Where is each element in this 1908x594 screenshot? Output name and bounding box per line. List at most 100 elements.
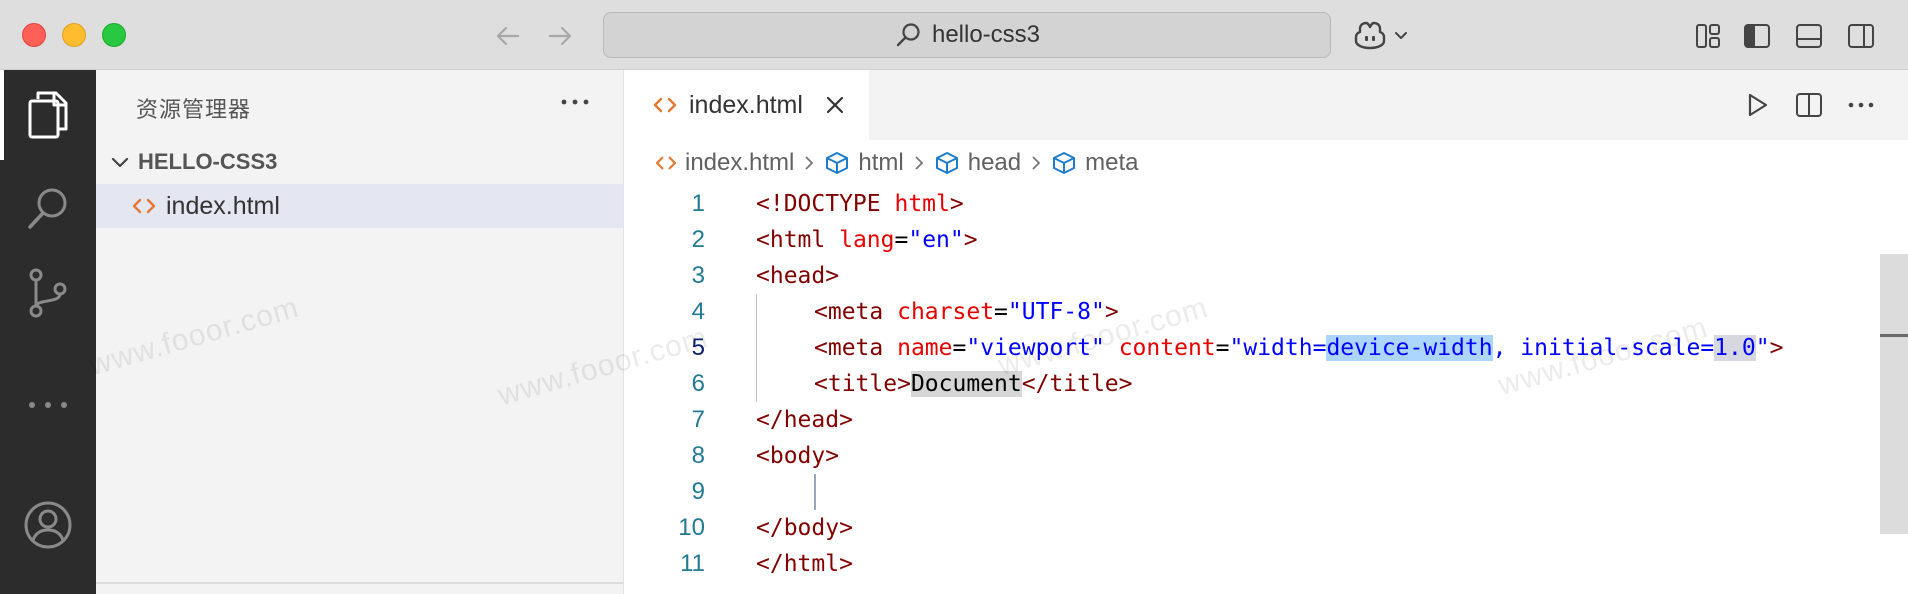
workspace-folder-name: HELLO-CSS3: [138, 149, 278, 174]
code-line: 6 <title>Document</title>: [625, 366, 1885, 402]
go-forward-button[interactable]: [542, 18, 578, 54]
line-content: </html>: [756, 551, 853, 577]
more-icon: [29, 402, 67, 408]
close-icon: [826, 96, 844, 114]
line-number: 1: [691, 190, 705, 217]
split-editor-icon: [1796, 93, 1822, 117]
close-window-button[interactable]: [22, 23, 46, 47]
text-selection: device-width: [1326, 335, 1493, 361]
split-editor-button[interactable]: [1791, 87, 1827, 123]
sidebar-title: 资源管理器: [136, 97, 252, 122]
text-cursor: [814, 474, 816, 510]
search-text: hello-css3: [931, 21, 1041, 48]
customize-layout-button[interactable]: [1690, 18, 1726, 54]
line-content: <head>: [756, 263, 840, 289]
tab-label: index.html: [689, 90, 803, 119]
vertical-scrollbar[interactable]: [1880, 254, 1908, 534]
command-center-search[interactable]: hello-css3: [603, 12, 1331, 58]
code-line: 2 <html lang="en">: [625, 222, 1885, 258]
scrollbar-cursor-marker: [1880, 334, 1908, 337]
line-number: 4: [691, 298, 705, 325]
line-number: 6: [691, 370, 705, 397]
chevron-right-icon: [912, 153, 926, 173]
workspace-folder-row[interactable]: HELLO-CSS3: [96, 142, 623, 182]
editor-tab-active[interactable]: index.html: [625, 70, 869, 140]
line-content: <!DOCTYPE html>: [756, 191, 964, 217]
play-icon: [1748, 93, 1768, 117]
more-icon: [1848, 102, 1874, 108]
source-control-activity[interactable]: [0, 248, 96, 338]
toggle-sidebar-icon: [1744, 24, 1770, 48]
toggle-primary-sidebar-button[interactable]: [1739, 18, 1775, 54]
explorer-activity[interactable]: [0, 70, 96, 160]
search-icon: [896, 23, 920, 47]
customize-layout-icon: [1696, 24, 1720, 48]
toggle-panel-icon: [1796, 24, 1822, 48]
code-line: 11 </html>: [625, 546, 1885, 582]
file-tree-item[interactable]: index.html: [96, 184, 623, 228]
line-number: 8: [691, 442, 705, 469]
activity-bar: [0, 70, 96, 594]
accounts-activity[interactable]: [0, 480, 96, 570]
explorer-sidebar: 资源管理器 HELLO-CSS3 index.html www.fooor.co…: [86, 70, 624, 594]
breadcrumb-item[interactable]: html: [824, 149, 904, 177]
line-content: </head>: [756, 407, 853, 433]
source-control-icon: [29, 268, 67, 318]
breadcrumb-label: meta: [1085, 149, 1139, 176]
account-icon: [24, 501, 72, 549]
explorer-more-actions-button[interactable]: [555, 86, 595, 118]
maximize-window-button[interactable]: [102, 23, 126, 47]
line-number: 11: [680, 550, 705, 577]
title-bar: hello-css3: [0, 0, 1908, 70]
line-number: 7: [691, 406, 705, 433]
arrow-left-icon: [496, 26, 520, 46]
breadcrumb-item[interactable]: meta: [1051, 149, 1138, 177]
breadcrumb: index.html html head meta: [625, 140, 1908, 186]
files-icon: [28, 91, 68, 139]
chevron-right-icon: [802, 153, 816, 173]
code-editor[interactable]: 1 <!DOCTYPE html> 2 <html lang="en"> 3 <…: [625, 186, 1908, 594]
close-tab-button[interactable]: [821, 91, 849, 119]
more-activity[interactable]: [0, 360, 96, 450]
symbol-field-icon: [1053, 152, 1076, 174]
chevron-right-icon: [1029, 153, 1043, 173]
editor-tab-bar: index.html: [625, 70, 1908, 140]
line-content: <meta name="viewport" content="width=dev…: [814, 335, 1784, 361]
run-button[interactable]: [1739, 87, 1775, 123]
breadcrumb-label: head: [967, 149, 1022, 176]
editor-more-actions-button[interactable]: [1843, 87, 1879, 123]
copilot-icon: [1354, 21, 1386, 50]
html-file-icon: [130, 196, 158, 216]
chevron-down-icon: [106, 148, 134, 176]
line-number: 9: [691, 478, 705, 505]
go-back-button[interactable]: [490, 18, 526, 54]
line-number: 3: [691, 262, 705, 289]
more-icon: [561, 99, 589, 105]
toggle-panel-button[interactable]: [1791, 18, 1827, 54]
sidebar-divider: [96, 582, 623, 584]
chevron-down-icon: [1395, 32, 1407, 39]
breadcrumb-label: index.html: [685, 149, 795, 176]
breadcrumb-item[interactable]: head: [934, 149, 1021, 177]
code-line: 4 <meta charset="UTF-8">: [625, 294, 1885, 330]
code-line-current: 5 <meta name="viewport" content="width=d…: [625, 330, 1885, 366]
line-number: 2: [691, 226, 705, 253]
file-tree-item-label: index.html: [166, 191, 280, 220]
watermark: www.fooor.com: [85, 290, 303, 383]
copilot-menu-button[interactable]: [1352, 16, 1416, 54]
toggle-secondary-sidebar-button[interactable]: [1843, 18, 1879, 54]
minimize-window-button[interactable]: [62, 23, 86, 47]
editor-area: index.html index.html html head meta 1 <…: [495, 70, 1908, 594]
search-activity[interactable]: [0, 164, 96, 254]
text-highlight: 1.0: [1714, 335, 1756, 361]
html-file-icon: [651, 95, 679, 115]
symbol-field-icon: [935, 152, 958, 174]
text-highlight: Document: [910, 371, 1022, 397]
arrow-right-icon: [548, 26, 572, 46]
code-line: 1 <!DOCTYPE html>: [625, 186, 1885, 222]
symbol-field-icon: [826, 152, 849, 174]
line-content: <html lang="en">: [756, 227, 978, 253]
line-content: <body>: [756, 443, 840, 469]
breadcrumb-item[interactable]: index.html: [655, 149, 794, 177]
code-line: 7 </head>: [625, 402, 1885, 438]
